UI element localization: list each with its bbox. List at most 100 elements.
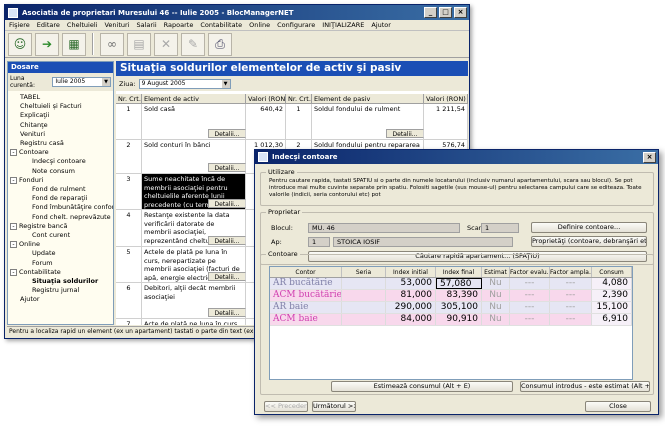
new-document-icon[interactable]: ▤ (127, 32, 151, 56)
col-seria[interactable]: Seria (342, 267, 386, 277)
tree-item[interactable]: - Contabilitate (10, 268, 113, 277)
menu-online[interactable]: Online (249, 21, 270, 29)
menu-configurare[interactable]: Configurare (277, 21, 315, 29)
arrow-right-icon[interactable]: ➔ (35, 32, 59, 56)
tree-collapse-icon[interactable]: - (10, 176, 17, 184)
dialog-titlebar[interactable]: Indecşi contoare × (255, 150, 658, 164)
close-button[interactable]: Close (585, 401, 651, 412)
define-meters-button[interactable]: Definire contoare... (531, 222, 647, 233)
apt-field: 1 (308, 237, 330, 247)
tree-collapse-icon[interactable]: - (10, 268, 17, 276)
calculator-icon[interactable]: ▦ (62, 32, 86, 56)
tree-item-label: Explicaţii (20, 111, 50, 120)
details-button[interactable]: Detalii... (208, 236, 246, 245)
menu-salarii[interactable]: Salarii (136, 21, 156, 29)
tree-item[interactable]: Registru casă (10, 139, 113, 148)
col-nr-pasiv[interactable]: Nr. Crt. (286, 94, 312, 103)
tree-item[interactable]: Explicaţii (10, 111, 113, 120)
menu-cheltuieli[interactable]: Cheltuieli (67, 21, 98, 29)
menu-rapoarte[interactable]: Rapoarte (164, 21, 194, 29)
tree-item[interactable]: - Contoare (10, 148, 113, 157)
col-factor-amplasare[interactable]: Factor ampla... (550, 267, 592, 277)
chevron-down-icon[interactable]: ▼ (102, 78, 110, 86)
col-index-initial[interactable]: Index initial (386, 267, 436, 277)
tree-item[interactable]: Ajutor (10, 295, 113, 304)
maximize-button[interactable]: □ (439, 7, 452, 18)
tree-item[interactable]: Fond de rulment (10, 185, 113, 194)
print-icon[interactable]: ⎙ (208, 32, 232, 56)
menu-fisiere[interactable]: Fişiere (9, 21, 30, 29)
tree-item[interactable]: Forum (10, 259, 113, 268)
details-button[interactable]: Detalii... (208, 199, 246, 208)
main-titlebar[interactable]: Asociatia de proprietari Muresului 46 --… (5, 5, 469, 20)
meter-cell-seria (342, 278, 386, 289)
introduced-estimated-button[interactable]: Consumul introdus - este estimat (Alt + … (520, 381, 650, 392)
meter-cell-final[interactable]: 90,910 (436, 314, 482, 325)
current-month-select[interactable]: Iulie 2005 ▼ (52, 77, 111, 87)
col-valori-activ[interactable]: Valori (RON) (246, 94, 286, 103)
tree-item[interactable]: Registru jurnal (10, 286, 113, 295)
meter-row[interactable]: AR baie 290,000 305,100 Nu --- --- 15,100 (270, 302, 632, 314)
chevron-down-icon[interactable]: ▼ (221, 79, 230, 88)
edit-icon[interactable]: ✎ (181, 32, 205, 56)
tree-collapse-icon[interactable]: - (10, 222, 17, 230)
minimize-button[interactable]: _ (424, 7, 437, 18)
meter-cell-final[interactable]: 305,100 (436, 302, 482, 313)
col-consum[interactable]: Consum (592, 267, 632, 277)
col-factor-evaluare[interactable]: Factor evalu... (510, 267, 550, 277)
tree-item[interactable]: Fond îmbunătăţire confort (10, 203, 113, 212)
details-button[interactable]: Detalii... (208, 308, 246, 317)
menu-contabilitate[interactable]: Contabilitate (200, 21, 242, 29)
next-button[interactable]: Următorul >> (312, 401, 356, 412)
properties-button[interactable]: Proprietăţi (contoare, debranşări etc)..… (531, 236, 647, 247)
previous-button[interactable]: << Precedentul (264, 401, 308, 412)
delete-icon[interactable]: ✕ (154, 32, 178, 56)
tree-item[interactable]: Chitanţe (10, 121, 113, 130)
tree-collapse-icon[interactable]: - (10, 149, 17, 157)
tree-item[interactable]: Fond de reparaţii (10, 194, 113, 203)
tree-item[interactable]: - Online (10, 240, 113, 249)
tree-item[interactable]: - Fonduri (10, 176, 113, 185)
menu-ajutor[interactable]: Ajutor (371, 21, 391, 29)
tree-item[interactable]: Fond chelt. neprevăzute (10, 213, 113, 222)
link-icon[interactable]: ∞ (100, 32, 124, 56)
tree-item[interactable]: Indecşi contoare (10, 157, 113, 166)
tree-item[interactable]: TABEL (10, 93, 113, 102)
meter-row[interactable]: ACM bucătărie 81,000 83,390 Nu --- --- 2,390 (270, 290, 632, 302)
details-button[interactable]: Detalii... (208, 129, 246, 138)
tree-collapse-icon[interactable]: - (10, 241, 17, 249)
menu-venituri[interactable]: Venituri (104, 21, 129, 29)
tree-item[interactable]: Venituri (10, 130, 113, 139)
dialog-close-button[interactable]: × (643, 151, 656, 163)
details-button[interactable]: Detalii... (208, 272, 246, 281)
people-icon[interactable]: ☺ (8, 32, 32, 56)
tree-item[interactable]: Cont curent (10, 231, 113, 240)
details-button[interactable]: Detalii... (208, 163, 246, 172)
col-element-activ[interactable]: Element de activ (142, 94, 246, 103)
col-nr-activ[interactable]: Nr. Crt. (116, 94, 142, 103)
col-index-final[interactable]: Index final (436, 267, 482, 277)
menu-initializare[interactable]: INIŢIALIZARE (322, 21, 364, 29)
col-element-pasiv[interactable]: Element de pasiv (312, 94, 424, 103)
tree-item[interactable]: Situaţia soldurilor (10, 277, 113, 286)
col-estimat[interactable]: Estimat (482, 267, 510, 277)
tree-item[interactable]: Note consum (10, 167, 113, 176)
meter-cell-initial: 53,000 (386, 278, 436, 289)
tree-item[interactable]: Update (10, 249, 113, 258)
col-contor[interactable]: Contor (270, 267, 342, 277)
details-button[interactable]: Detalii... (386, 129, 424, 138)
current-month-label: Luna curentă: (10, 75, 35, 89)
tree-item[interactable]: Cheltuieli și Facturi (10, 102, 113, 111)
menu-editare[interactable]: Editare (37, 21, 60, 29)
estimate-consumption-button[interactable]: Estimează consumul (Alt + E) (331, 381, 513, 392)
meter-cell-final[interactable]: 57,080 (436, 278, 482, 289)
stair-field: 1 (481, 223, 519, 233)
date-picker[interactable]: 9 August 2005 ▼ (138, 78, 231, 89)
table-row[interactable]: 1 Sold casă 640,42 1 Soldul fondului de rulm… (116, 104, 468, 140)
tree-item[interactable]: - Registre bancă (10, 222, 113, 231)
meter-row[interactable]: AR bucătărie 53,000 57,080 Nu --- --- 4,080 (270, 278, 632, 290)
col-valori-pasiv[interactable]: Valori (RON) (424, 94, 468, 103)
close-window-button[interactable]: × (454, 7, 467, 18)
meter-row[interactable]: ACM baie 84,000 90,910 Nu --- --- 6,910 (270, 314, 632, 326)
meter-cell-final[interactable]: 83,390 (436, 290, 482, 301)
